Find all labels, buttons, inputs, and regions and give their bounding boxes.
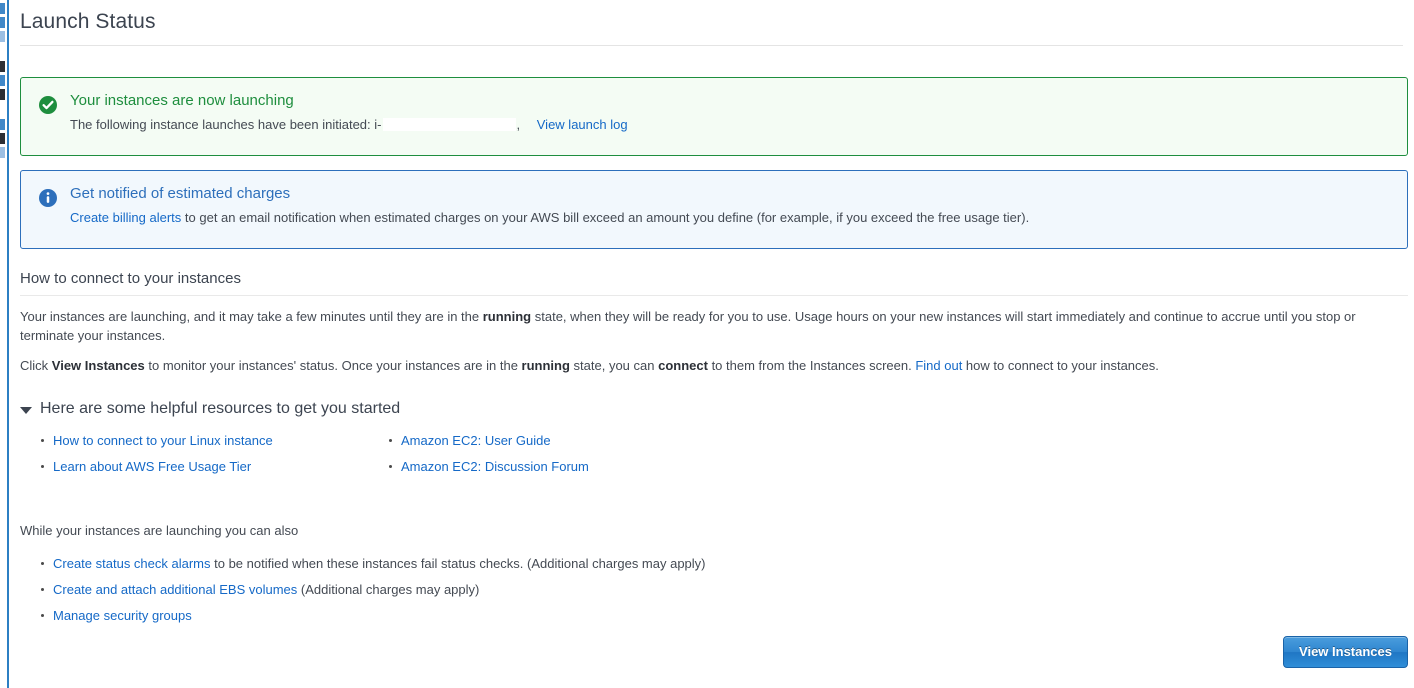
list-item: Create status check alarms to be notifie… (41, 551, 1414, 577)
instance-id-redaction (382, 118, 516, 131)
view-instances-button[interactable]: View Instances (1283, 636, 1408, 668)
nav-sliver-row (0, 17, 5, 28)
list-item: Create and attach additional EBS volumes… (41, 577, 1414, 603)
billing-alert-body: Create billing alerts to get an email no… (70, 208, 1393, 227)
resource-link-user-guide[interactable]: Amazon EC2: User Guide (401, 433, 551, 448)
connect-p2-part2: to monitor your instances' status. Once … (144, 358, 522, 373)
collapsed-navigation-sliver[interactable] (0, 0, 9, 688)
success-alert-heading: Your instances are now launching (70, 92, 294, 109)
create-ebs-volumes-link[interactable]: Create and attach additional EBS volumes (53, 582, 297, 597)
create-billing-alerts-link[interactable]: Create billing alerts (70, 210, 181, 225)
resources-collapse-toggle[interactable]: Here are some helpful resources to get y… (9, 375, 1414, 419)
caret-down-icon (20, 406, 32, 414)
success-body-prefix: The following instance launches have bee… (70, 117, 371, 132)
resources-column-1: How to connect to your Linux instance Le… (9, 428, 357, 480)
connect-p1-bold1: running (482, 309, 532, 324)
nav-sliver-row (0, 133, 5, 144)
nav-sliver-row (0, 89, 5, 100)
also-item-1-text: (Additional charges may apply) (297, 582, 480, 597)
list-item: Manage security groups (41, 603, 1414, 629)
connect-p2-bold2: running (521, 358, 570, 373)
resources-heading: Here are some helpful resources to get y… (40, 400, 401, 417)
resources-column-2: Amazon EC2: User Guide Amazon EC2: Discu… (357, 428, 589, 480)
billing-alert-heading: Get notified of estimated charges (70, 185, 291, 202)
resource-link-free-usage-tier[interactable]: Learn about AWS Free Usage Tier (53, 459, 251, 474)
nav-sliver-row (0, 75, 5, 86)
also-item-0-text: to be notified when these instances fail… (210, 556, 706, 571)
list-item: Amazon EC2: Discussion Forum (389, 454, 589, 480)
nav-sliver-row (0, 147, 5, 158)
success-alert-body: The following instance launches have bee… (70, 115, 1393, 134)
nav-sliver-row (0, 3, 5, 14)
connect-paragraph-2: Click View Instances to monitor your ins… (9, 345, 1414, 375)
nav-sliver-spacer (0, 42, 7, 58)
connect-paragraph-1: Your instances are launching, and it may… (9, 296, 1414, 345)
billing-alert: Get notified of estimated charges Create… (20, 170, 1408, 249)
view-launch-log-link[interactable]: View launch log (537, 117, 628, 132)
connect-p2-part3: state, you can (569, 358, 659, 373)
footer-actions: View Instances (1283, 636, 1408, 668)
connect-p2-part1: Click (20, 358, 52, 373)
connect-p1-part1: Your instances are launching, and it may… (20, 309, 483, 324)
launch-success-alert: Your instances are now launching The fol… (20, 77, 1408, 156)
nav-sliver-row (0, 61, 5, 72)
resources-columns: How to connect to your Linux instance Le… (9, 419, 1414, 480)
connect-p2-part5: how to connect to your instances. (962, 358, 1159, 373)
info-circle-icon (38, 188, 58, 208)
check-circle-icon (38, 95, 58, 115)
launch-status-page: Launch Status Your instances are now lau… (9, 0, 1414, 688)
find-out-link[interactable]: Find out (915, 358, 962, 373)
resource-link-linux-connect[interactable]: How to connect to your Linux instance (53, 433, 273, 448)
connect-section-heading: How to connect to your instances (20, 270, 241, 287)
instance-id-prefix: i- (374, 117, 382, 132)
manage-security-groups-link[interactable]: Manage security groups (53, 608, 192, 623)
list-item: How to connect to your Linux instance (41, 428, 357, 454)
success-body-suffix: , (516, 117, 521, 132)
also-actions-list: Create status check alarms to be notifie… (9, 540, 1414, 629)
connect-p2-bold1: View Instances (51, 358, 145, 373)
resources-list-2: Amazon EC2: User Guide Amazon EC2: Discu… (357, 428, 589, 480)
list-item: Learn about AWS Free Usage Tier (41, 454, 357, 480)
connect-p2-bold3: connect (658, 358, 708, 373)
resources-list-1: How to connect to your Linux instance Le… (9, 428, 357, 480)
title-divider (20, 45, 1403, 46)
page-title: Launch Status (20, 10, 156, 33)
nav-sliver-spacer (0, 100, 7, 116)
nav-sliver-row (0, 119, 5, 130)
billing-alert-text: to get an email notification when estima… (184, 210, 1030, 225)
nav-sliver-row (0, 31, 5, 42)
connect-p2-part4: to them from the Instances screen. (707, 358, 916, 373)
list-item: Amazon EC2: User Guide (389, 428, 589, 454)
create-status-check-alarms-link[interactable]: Create status check alarms (53, 556, 211, 571)
also-section-intro: While your instances are launching you c… (20, 523, 299, 538)
resource-link-discussion-forum[interactable]: Amazon EC2: Discussion Forum (401, 459, 589, 474)
